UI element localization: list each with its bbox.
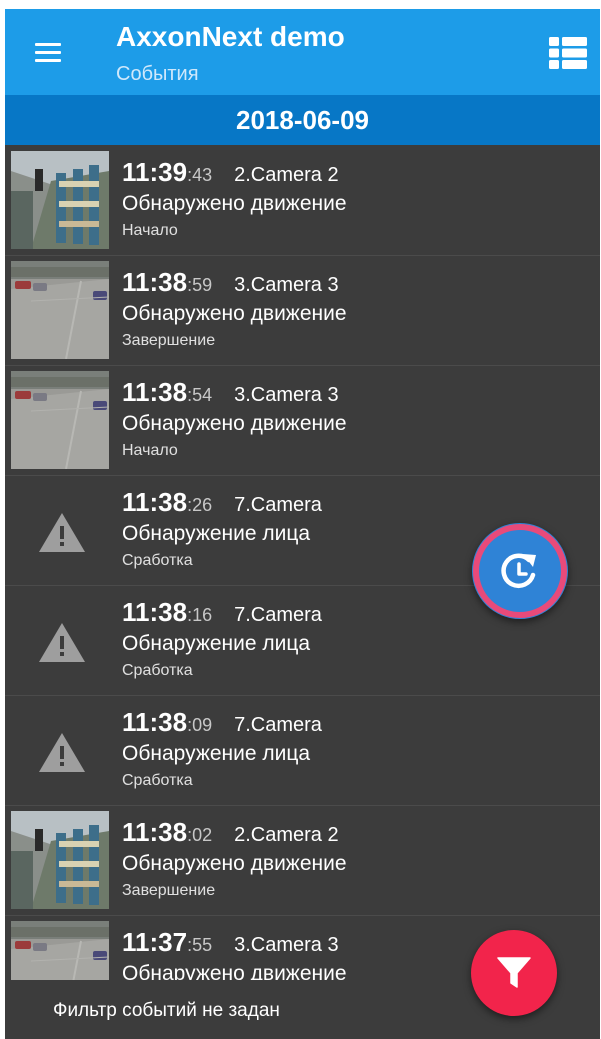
app-title: AxxonNext demo [116, 21, 345, 52]
event-time: 11:38:16 7.Camera [122, 597, 322, 628]
event-time: 11:38:26 7.Camera [122, 487, 322, 518]
event-thumbnail [11, 921, 109, 980]
event-time-seconds: :16 [187, 605, 213, 625]
event-type: Обнаружение лица [122, 632, 311, 655]
event-time: 11:38:02 2.Camera 2 [122, 817, 339, 848]
event-time-seconds: :54 [187, 385, 213, 405]
event-time-hm: 11:38 [122, 377, 188, 407]
event-time-seconds: :59 [187, 275, 213, 295]
event-time-hm: 11:38 [122, 267, 188, 297]
event-camera: 7.Camera [234, 494, 322, 516]
event-row[interactable]: 11:38:09 7.Camera Обнаружение лица Сработка [5, 695, 600, 806]
event-type: Обнаружено движение [122, 852, 347, 875]
event-time-seconds: :55 [187, 935, 213, 955]
event-time-hm: 11:38 [122, 817, 188, 847]
event-time-hm: 11:38 [122, 487, 188, 517]
event-row[interactable]: 11:38:59 3.Camera 3 Обнаружено движение Зав… [5, 255, 600, 366]
event-camera: 3.Camera 3 [234, 934, 339, 956]
warning-icon [38, 621, 86, 663]
event-thumbnail [11, 811, 109, 909]
event-camera: 3.Camera 3 [234, 384, 339, 406]
event-thumbnail [11, 151, 109, 249]
event-camera: 2.Camera 2 [234, 824, 339, 846]
warning-icon [38, 731, 86, 773]
event-type: Обнаружение лица [122, 522, 311, 545]
event-time: 11:39:43 2.Camera 2 [122, 157, 339, 188]
event-time: 11:38:59 3.Camera 3 [122, 267, 339, 298]
event-time-seconds: :43 [187, 165, 213, 185]
event-time-seconds: :02 [187, 825, 213, 845]
event-time-seconds: :26 [187, 495, 213, 515]
event-camera: 2.Camera 2 [234, 164, 339, 186]
event-phase: Начало [122, 442, 178, 459]
event-phase: Завершение [122, 332, 216, 349]
event-camera: 3.Camera 3 [234, 274, 339, 296]
event-phase: Завершение [122, 882, 216, 899]
event-type: Обнаружено движение [122, 302, 347, 325]
event-row[interactable]: 11:39:43 2.Camera 2 Обнаружено движение Нач… [5, 145, 600, 256]
menu-icon[interactable] [35, 43, 61, 63]
event-time-hm: 11:38 [122, 707, 188, 737]
event-phase: Сработка [122, 772, 193, 789]
event-time: 11:37:55 3.Camera 3 [122, 927, 339, 958]
refresh-button[interactable] [472, 523, 568, 619]
event-phase: Сработка [122, 552, 193, 569]
event-time-hm: 11:37 [122, 927, 188, 957]
app-frame: AxxonNext demo События 2018-06-09 11:39:… [5, 9, 600, 1039]
event-thumbnail [11, 261, 109, 359]
event-time: 11:38:54 3.Camera 3 [122, 377, 339, 408]
event-type: Обнаружено движение [122, 412, 347, 435]
warning-icon [38, 511, 86, 553]
event-camera: 7.Camera [234, 604, 322, 626]
event-row[interactable]: 11:38:02 2.Camera 2 Обнаружено движение Зав… [5, 805, 600, 916]
list-view-icon[interactable] [549, 37, 587, 69]
event-phase: Начало [122, 222, 178, 239]
date-header: 2018-06-09 [5, 95, 600, 145]
app-bar: AxxonNext demo События [5, 9, 600, 95]
event-time-seconds: :09 [187, 715, 213, 735]
event-type: Обнаружено движение [122, 962, 347, 980]
event-type: Обнаружено движение [122, 192, 347, 215]
event-thumbnail [11, 371, 109, 469]
filter-icon [497, 957, 531, 988]
filter-status-text: Фильтр событий не задан [53, 1000, 280, 1021]
event-phase: Сработка [122, 662, 193, 679]
event-time: 11:38:09 7.Camera [122, 707, 322, 738]
refresh-clock-icon [501, 553, 536, 589]
event-time-hm: 11:38 [122, 597, 188, 627]
filter-button[interactable] [471, 930, 557, 1016]
event-camera: 7.Camera [234, 714, 322, 736]
app-subtitle: События [116, 63, 199, 85]
event-type: Обнаружение лица [122, 742, 311, 765]
event-row[interactable]: 11:38:54 3.Camera 3 Обнаружено движение Нач… [5, 365, 600, 476]
event-time-hm: 11:39 [122, 157, 188, 187]
